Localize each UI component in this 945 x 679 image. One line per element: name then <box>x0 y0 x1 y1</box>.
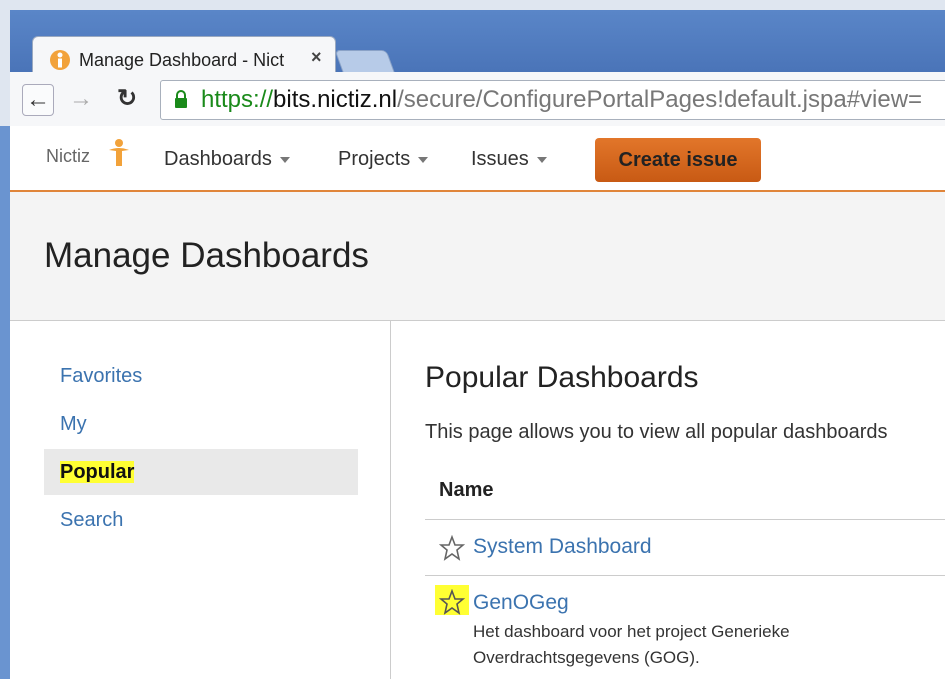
back-arrow-icon[interactable]: ← <box>22 84 54 116</box>
chevron-down-icon <box>279 156 290 163</box>
browser-chrome: Manage Dashboard - Nict × ← → ↻ https://… <box>0 0 945 127</box>
menu-issues[interactable]: Issues <box>471 148 547 171</box>
divider <box>425 519 945 520</box>
chevron-down-icon <box>536 156 547 163</box>
reload-icon[interactable]: ↻ <box>112 84 142 114</box>
sidebar-item-label: Search <box>60 509 124 531</box>
dashboard-description-line: Overdrachtsgegevens (GOG). <box>473 648 700 667</box>
page-header: Manage Dashboards <box>10 192 945 321</box>
sidebar-item-label: My <box>60 413 87 435</box>
sidebar-item-label: Popular <box>60 461 135 483</box>
divider <box>425 575 945 576</box>
dashboard-description: Het dashboard voor het project Generieke… <box>473 619 913 671</box>
sidebar-item-search[interactable]: Search <box>44 497 358 543</box>
nictiz-logo-icon[interactable] <box>106 138 132 168</box>
sidebar: Favorites My Popular Search <box>10 321 391 679</box>
browser-toolbar: ← → ↻ https://bits.nictiz.nl/secure/Conf… <box>10 72 945 127</box>
column-header-name[interactable]: Name <box>439 479 493 502</box>
section-description: This page allows you to view all popular… <box>425 421 888 443</box>
tab-title: Manage Dashboard - Nict <box>79 50 285 70</box>
url-text: https://bits.nictiz.nl/secure/ConfigureP… <box>201 86 922 114</box>
page-title: Manage Dashboards <box>44 236 369 275</box>
menu-dashboards-label: Dashboards <box>164 148 272 170</box>
nictiz-favicon-icon <box>50 50 70 70</box>
forward-arrow-icon[interactable]: → <box>66 84 96 114</box>
dashboard-link-system[interactable]: System Dashboard <box>473 535 652 559</box>
tab-strip: Manage Dashboard - Nict × <box>10 10 945 83</box>
favorite-star-icon[interactable] <box>439 589 465 615</box>
sidebar-item-popular[interactable]: Popular <box>44 449 358 495</box>
url-host: bits.nictiz.nl <box>273 86 398 113</box>
chevron-down-icon <box>418 156 429 163</box>
menu-dashboards[interactable]: Dashboards <box>164 148 290 171</box>
section-title: Popular Dashboards <box>425 361 699 394</box>
sidebar-item-label: Favorites <box>60 365 143 387</box>
menu-projects-label: Projects <box>338 148 411 170</box>
url-path: /secure/ConfigurePortalPages!default.jsp… <box>397 86 923 113</box>
lock-icon <box>175 90 187 108</box>
url-scheme: https:// <box>201 86 274 113</box>
logo-text[interactable]: Nictiz <box>46 146 90 167</box>
create-issue-button[interactable]: Create issue <box>595 138 761 182</box>
dashboard-description-line: Het dashboard voor het project Generieke <box>473 622 790 641</box>
main-content: Popular Dashboards This page allows you … <box>391 321 945 679</box>
sidebar-item-favorites[interactable]: Favorites <box>44 353 358 399</box>
app-header: Nictiz Dashboards Projects Issues Create… <box>10 126 945 192</box>
menu-projects[interactable]: Projects <box>338 148 429 171</box>
favorite-star-icon[interactable] <box>439 535 465 561</box>
sidebar-item-my[interactable]: My <box>44 401 358 447</box>
menu-issues-label: Issues <box>471 148 529 170</box>
address-bar[interactable]: https://bits.nictiz.nl/secure/ConfigureP… <box>160 80 945 120</box>
close-tab-icon[interactable]: × <box>311 47 322 68</box>
dashboard-link-genogeg[interactable]: GenOGeg <box>473 591 569 615</box>
